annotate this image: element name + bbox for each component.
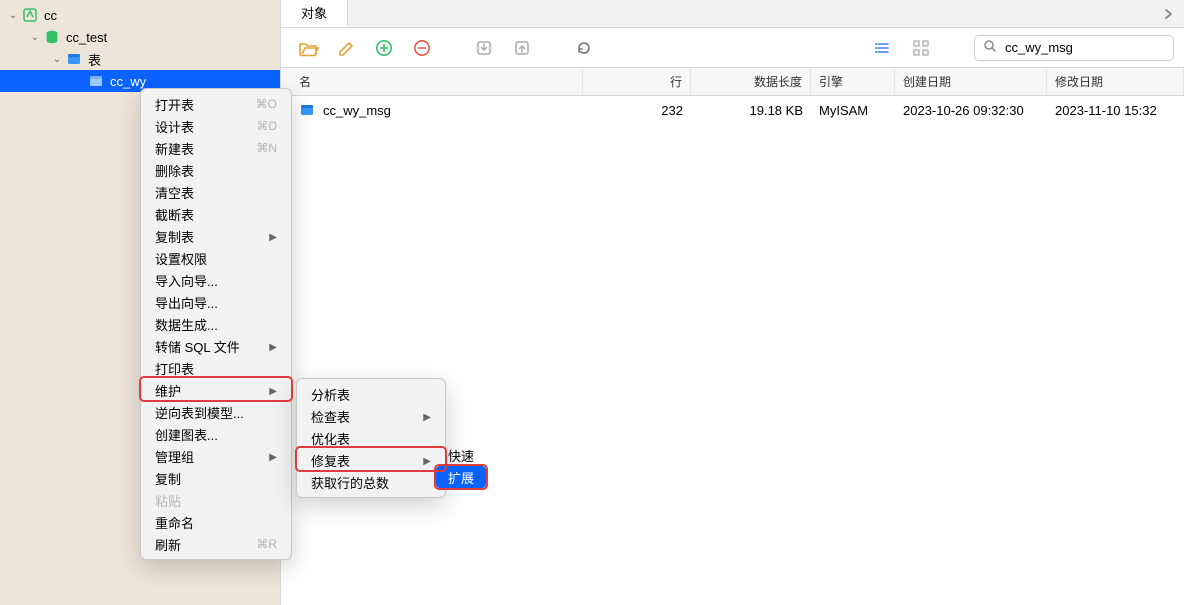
menu-item[interactable]: 设计表⌘D — [141, 115, 291, 137]
menu-item[interactable]: 获取行的总数 — [297, 471, 445, 493]
menu-item[interactable]: 截断表 — [141, 203, 291, 225]
chevron-down-icon: ⌄ — [50, 54, 64, 65]
menu-item[interactable]: 导出向导... — [141, 291, 291, 313]
menu-item[interactable]: 导入向导... — [141, 269, 291, 291]
export-button[interactable] — [509, 35, 535, 61]
tree-item-label: cc — [40, 8, 57, 23]
menu-item[interactable]: 设置权限 — [141, 247, 291, 269]
menu-item[interactable]: 刷新⌘R — [141, 533, 291, 555]
chevron-right-icon: ▶ — [269, 452, 277, 463]
cell-engine: MyISAM — [811, 96, 895, 124]
menu-item[interactable]: 复制 — [141, 467, 291, 489]
chevron-right-icon: ▶ — [423, 412, 431, 423]
col-mdate[interactable]: 修改日期 — [1047, 68, 1184, 95]
column-header: 名 行 数据长度 引擎 创建日期 修改日期 — [281, 68, 1184, 96]
menu-item[interactable]: 分析表 — [297, 383, 445, 405]
expand-tabs-button[interactable] — [1154, 0, 1184, 27]
tree-item-label: cc_wy — [106, 74, 146, 89]
tree-item-tables[interactable]: ⌄ 表 — [0, 48, 280, 70]
col-name[interactable]: 名 — [281, 68, 583, 95]
menu-item[interactable]: 数据生成... — [141, 313, 291, 335]
chevron-down-icon: ⌄ — [6, 10, 20, 21]
tab-label: 对象 — [301, 3, 327, 22]
col-rows[interactable]: 行 — [583, 68, 691, 95]
tab-bar: 对象 — [281, 0, 1184, 28]
menu-item[interactable]: 逆向表到模型... — [141, 401, 291, 423]
chevron-right-icon: ▶ — [269, 342, 277, 353]
menu-item[interactable]: 管理组▶ — [141, 445, 291, 467]
grid-view-button[interactable] — [908, 35, 934, 61]
menu-item[interactable]: 修复表▶ — [297, 449, 445, 471]
tree-item-connection[interactable]: ⌄ cc — [0, 4, 280, 26]
search-input[interactable] — [1003, 39, 1183, 56]
menu-item[interactable]: 粘贴 — [141, 489, 291, 511]
cell-rows: 232 — [583, 96, 691, 124]
table-row[interactable]: cc_wy_msg 232 19.18 KB MyISAM 2023-10-26… — [281, 96, 1184, 124]
table-group-icon — [66, 51, 82, 67]
cell-name: cc_wy_msg — [281, 96, 583, 124]
menu-item-quick[interactable]: 快速 — [436, 444, 486, 466]
list-view-button[interactable] — [870, 35, 896, 61]
add-button[interactable] — [371, 35, 397, 61]
tree-item-label: cc_test — [62, 30, 107, 45]
table-icon — [299, 102, 315, 118]
main-panel: 对象 — [280, 0, 1184, 605]
edit-pencil-button[interactable] — [333, 35, 359, 61]
menu-item[interactable]: 维护▶ — [141, 379, 291, 401]
database-icon — [44, 29, 60, 45]
connection-icon — [22, 7, 38, 23]
cell-cdate: 2023-10-26 09:32:30 — [895, 96, 1047, 124]
cell-mdate: 2023-11-10 15:32 — [1047, 96, 1184, 124]
col-engine[interactable]: 引擎 — [811, 68, 895, 95]
search-field[interactable]: ✕ — [974, 35, 1174, 61]
delete-button[interactable] — [409, 35, 435, 61]
menu-item[interactable]: 删除表 — [141, 159, 291, 181]
table-list: cc_wy_msg 232 19.18 KB MyISAM 2023-10-26… — [281, 96, 1184, 605]
menu-item[interactable]: 检查表▶ — [297, 405, 445, 427]
db-tree: ⌄ cc ⌄ cc_test ⌄ 表 — [0, 0, 280, 92]
menu-item[interactable]: 打印表 — [141, 357, 291, 379]
tree-item-database[interactable]: ⌄ cc_test — [0, 26, 280, 48]
chevron-right-icon: ▶ — [423, 456, 431, 467]
refresh-button[interactable] — [571, 35, 597, 61]
menu-item[interactable]: 重命名 — [141, 511, 291, 533]
search-icon — [983, 39, 997, 56]
chevron-right-icon: ▶ — [269, 232, 277, 243]
menu-item[interactable]: 清空表 — [141, 181, 291, 203]
menu-item[interactable]: 新建表⌘N — [141, 137, 291, 159]
submenu-maintain: 分析表检查表▶优化表修复表▶获取行的总数 — [296, 378, 446, 498]
menu-item-extended[interactable]: 扩展 — [436, 466, 486, 488]
cell-size: 19.18 KB — [691, 96, 811, 124]
col-size[interactable]: 数据长度 — [691, 68, 811, 95]
context-menu: 打开表⌘O设计表⌘D新建表⌘N删除表清空表截断表复制表▶设置权限导入向导...导… — [140, 88, 292, 560]
tree-item-label: 表 — [84, 50, 101, 69]
submenu-repair: 快速 扩展 — [436, 444, 486, 488]
menu-item[interactable]: 打开表⌘O — [141, 93, 291, 115]
menu-item[interactable]: 转储 SQL 文件▶ — [141, 335, 291, 357]
open-folder-button[interactable] — [295, 35, 321, 61]
toolbar: ✕ — [281, 28, 1184, 68]
table-icon — [88, 73, 104, 89]
menu-item[interactable]: 创建图表... — [141, 423, 291, 445]
tab-objects[interactable]: 对象 — [281, 0, 348, 27]
menu-item[interactable]: 复制表▶ — [141, 225, 291, 247]
col-cdate[interactable]: 创建日期 — [895, 68, 1047, 95]
menu-item[interactable]: 优化表 — [297, 427, 445, 449]
chevron-right-icon: ▶ — [269, 386, 277, 397]
import-button[interactable] — [471, 35, 497, 61]
chevron-down-icon: ⌄ — [28, 32, 42, 43]
